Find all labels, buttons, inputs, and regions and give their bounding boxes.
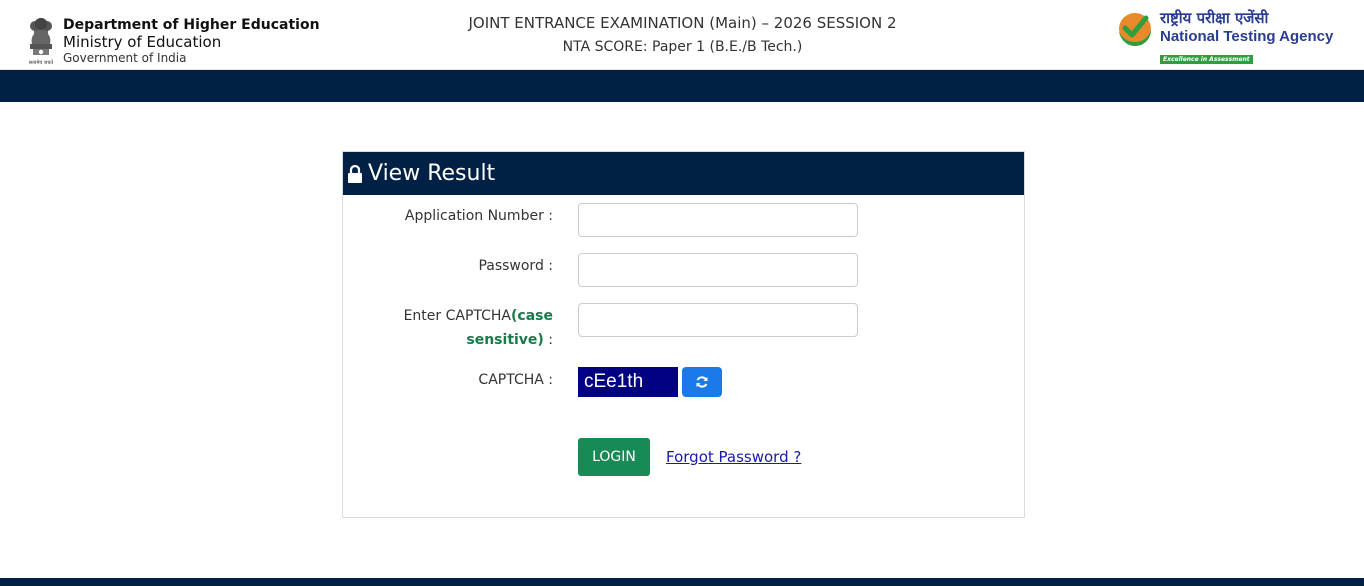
- captcha-image: cEe1th: [578, 367, 678, 397]
- site-header: सत्यमेव जयते Department of Higher Educat…: [0, 0, 1364, 70]
- application-number-label: Application Number :: [404, 208, 553, 224]
- svg-text:सत्यमेव जयते: सत्यमेव जयते: [29, 59, 54, 66]
- footer-bar: [0, 578, 1364, 586]
- password-label: Password :: [478, 258, 553, 274]
- ministry-name: Ministry of Education: [63, 33, 222, 51]
- department-block: Department of Higher Education Ministry …: [63, 17, 320, 65]
- nta-english-name: National Testing Agency: [1160, 28, 1334, 45]
- nta-tagline: Excellence in Assessment: [1160, 55, 1253, 64]
- nav-bar: [0, 70, 1364, 102]
- password-input[interactable]: [578, 253, 858, 287]
- national-emblem-icon: सत्यमेव जयते: [29, 18, 54, 66]
- captcha-entry-label: Enter CAPTCHA(case sensitive) :: [404, 304, 553, 352]
- refresh-captcha-button[interactable]: [682, 367, 722, 397]
- forgot-password-link[interactable]: Forgot Password ?: [666, 447, 801, 467]
- nta-brand: राष्ट्रीय परीक्षा एजेंसी National Testin…: [1160, 8, 1333, 65]
- nta-logo-icon: [1119, 13, 1151, 46]
- application-number-input[interactable]: [578, 203, 858, 237]
- nta-hindi-name: राष्ट्रीय परीक्षा एजेंसी: [1160, 9, 1269, 27]
- exam-title: JOINT ENTRANCE EXAMINATION (Main) – 2026…: [468, 14, 897, 32]
- panel-header: View Result: [343, 152, 1024, 195]
- captcha-entry-label-suffix: :: [543, 332, 553, 348]
- exam-title-block: JOINT ENTRANCE EXAMINATION (Main) – 2026…: [420, 11, 945, 59]
- view-result-panel: View Result Application Number : Passwor…: [342, 151, 1025, 518]
- login-button[interactable]: LOGIN: [578, 438, 650, 476]
- refresh-icon: [696, 376, 708, 388]
- lock-icon: [348, 165, 362, 183]
- department-name: Department of Higher Education: [63, 17, 320, 33]
- captcha-label: CAPTCHA :: [478, 372, 553, 388]
- exam-subtitle: NTA SCORE: Paper 1 (B.E./B Tech.): [562, 39, 803, 55]
- captcha-entry-label-text: Enter CAPTCHA: [403, 308, 512, 324]
- government-name: Government of India: [63, 51, 187, 65]
- case-sensitive-note-2: sensitive): [466, 332, 544, 348]
- panel-title: View Result: [368, 161, 496, 186]
- captcha-input[interactable]: [578, 303, 858, 337]
- case-sensitive-note-1: (case: [511, 308, 553, 324]
